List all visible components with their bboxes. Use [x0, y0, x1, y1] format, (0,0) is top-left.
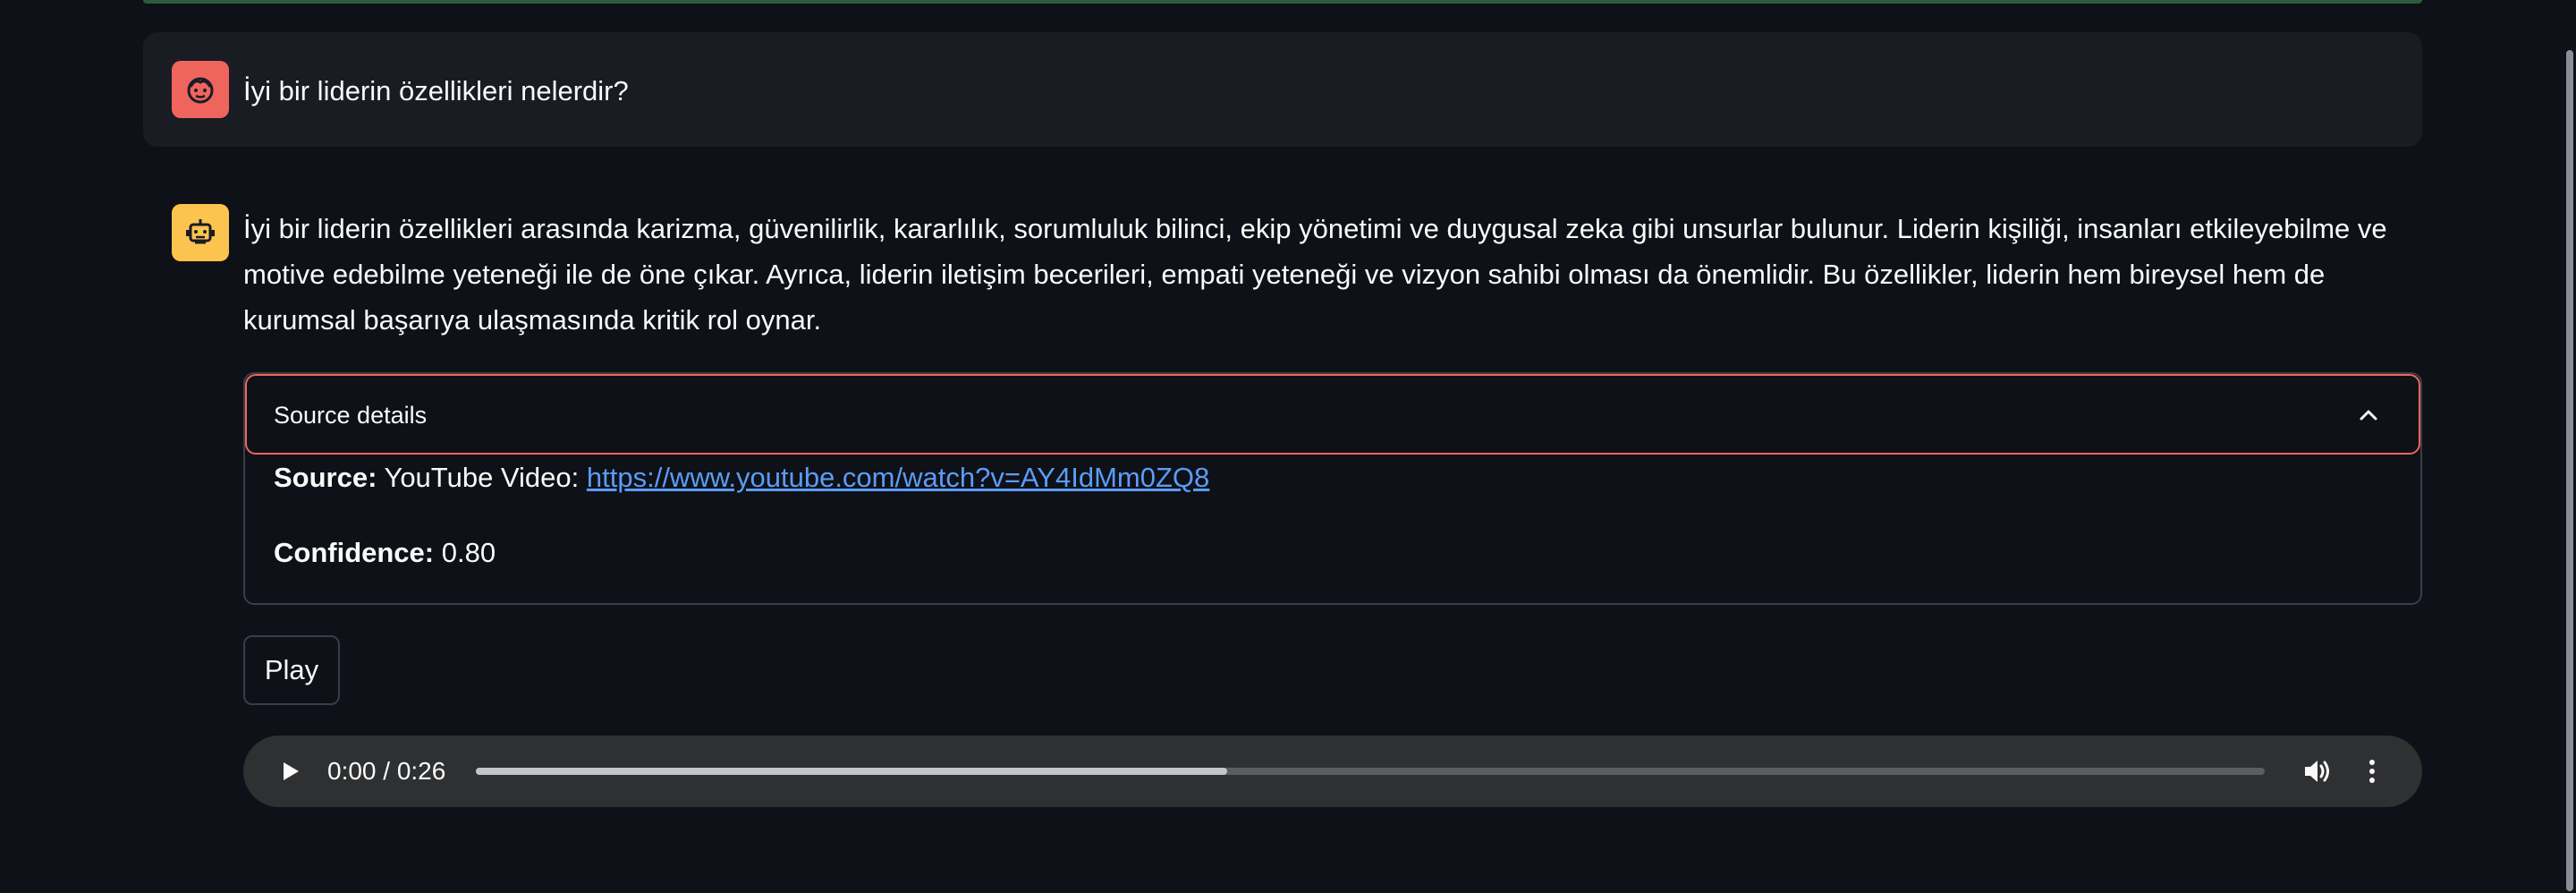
status-bar — [143, 0, 2422, 4]
scrollbar[interactable] — [2563, 0, 2576, 893]
source-link[interactable]: https://www.youtube.com/watch?v=AY4IdMm0… — [587, 462, 1209, 493]
audio-buffered-fill — [476, 768, 1227, 775]
source-label: Source: — [274, 462, 377, 493]
audio-time: 0:00 / 0:26 — [327, 757, 446, 785]
confidence-line: Confidence: 0.80 — [274, 535, 496, 571]
user-face-icon — [187, 77, 214, 104]
robot-icon — [186, 219, 215, 244]
play-icon[interactable] — [275, 757, 304, 786]
user-avatar — [172, 61, 229, 118]
more-vertical-icon[interactable] — [2363, 755, 2381, 787]
source-line: Source: YouTube Video: https://www.youtu… — [274, 460, 1209, 496]
chat-page: İyi bir liderin özellikleri nelerdir? İy… — [0, 0, 2576, 893]
scrollbar-thumb[interactable] — [2566, 50, 2573, 891]
audio-player: 0:00 / 0:26 — [243, 736, 2422, 807]
volume-icon[interactable] — [2301, 755, 2333, 787]
source-details-toggle[interactable]: Source details — [245, 374, 2420, 455]
source-type: YouTube Video: — [384, 462, 580, 493]
assistant-avatar — [172, 204, 229, 261]
confidence-value: 0.80 — [441, 537, 496, 568]
source-details-title: Source details — [274, 402, 428, 429]
user-message: İyi bir liderin özellikleri nelerdir? — [143, 32, 2422, 147]
assistant-message-text: İyi bir liderin özellikleri arasında kar… — [243, 213, 2387, 336]
chevron-up-icon — [2360, 410, 2377, 421]
confidence-label: Confidence: — [274, 537, 435, 568]
user-message-text: İyi bir liderin özellikleri nelerdir? — [243, 75, 629, 106]
play-button[interactable]: Play — [243, 635, 340, 705]
audio-progress-slider[interactable] — [476, 768, 2265, 775]
